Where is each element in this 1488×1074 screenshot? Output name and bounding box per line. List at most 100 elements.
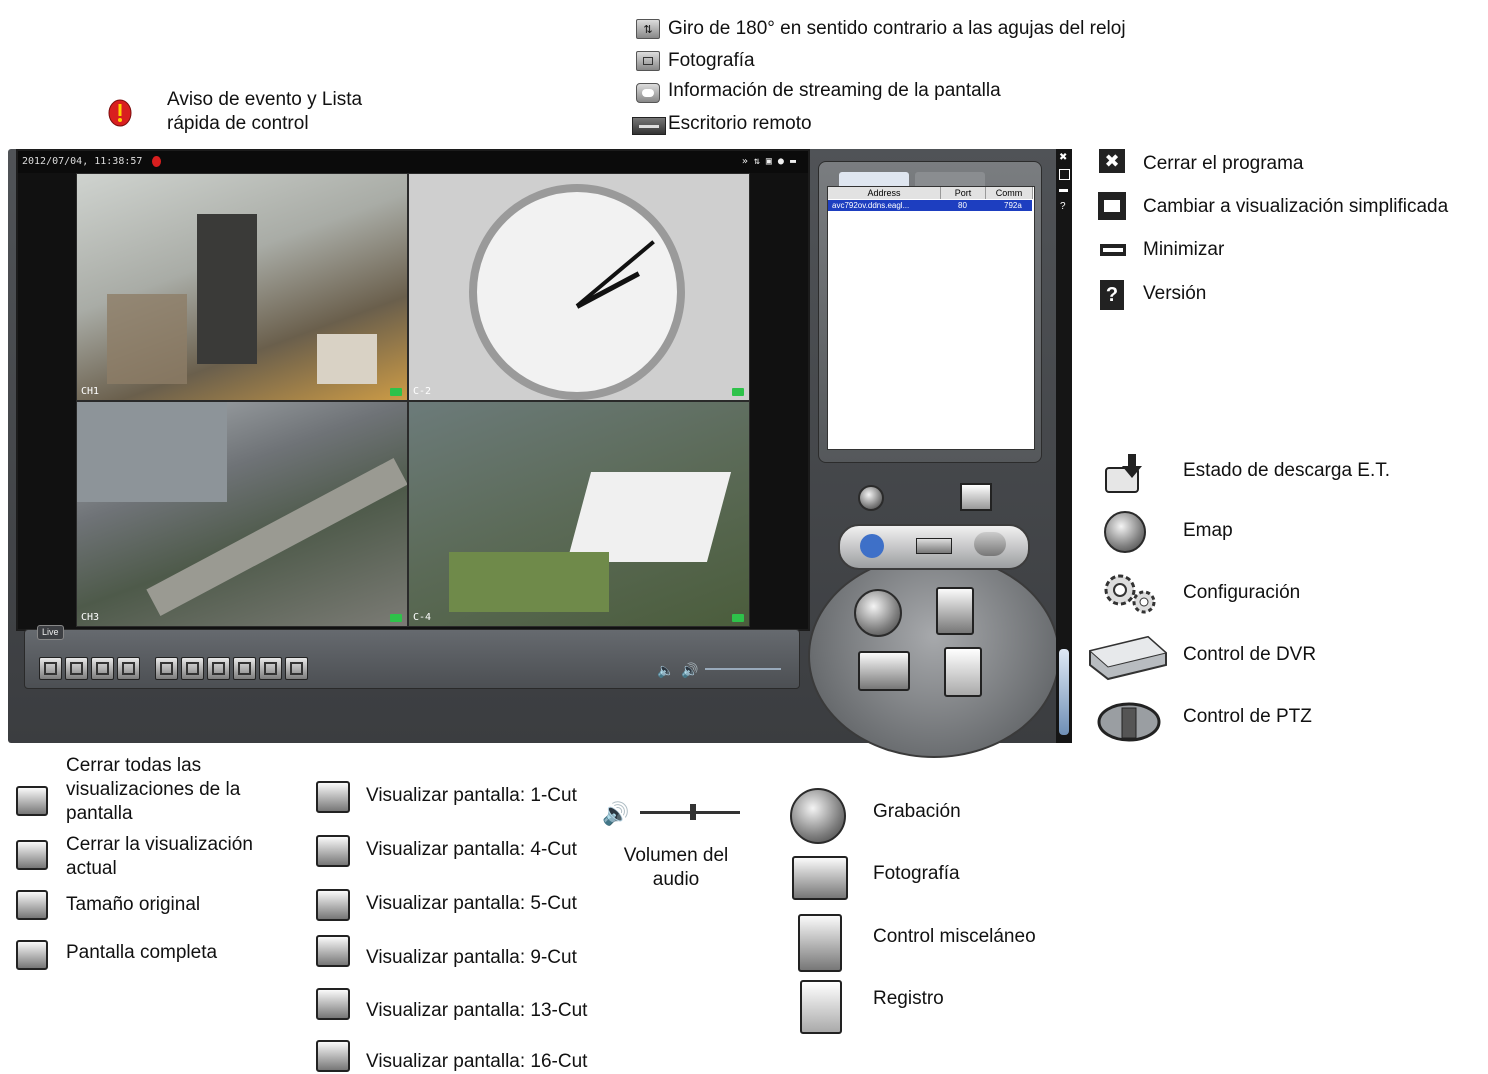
layout-4-button[interactable] — [181, 657, 204, 680]
layout-13-button[interactable] — [259, 657, 282, 680]
minimize-icon — [1100, 244, 1126, 256]
vertical-scrollbar[interactable] — [1059, 649, 1069, 735]
speaker-icon: 🔊 — [602, 801, 630, 826]
download-status-mini-icon[interactable] — [960, 483, 992, 511]
tab-search[interactable] — [915, 172, 985, 186]
alert-mini-icon[interactable] — [152, 155, 162, 167]
live-tag[interactable]: Live — [37, 625, 64, 640]
rotate-icon: ⇅ — [636, 19, 660, 39]
minimize-mini-icon[interactable] — [1059, 189, 1068, 192]
ptz-mini-icon[interactable] — [974, 532, 1006, 556]
event-alert-icon — [108, 99, 132, 129]
row-address: avc792ov.ddns.eagl... — [832, 201, 910, 210]
layout-5-button[interactable] — [207, 657, 230, 680]
original-size-icon — [16, 890, 48, 920]
dvr-control-label: Control de DVR — [1183, 644, 1317, 665]
control-bar: Live 🔈 🔊 — [24, 625, 800, 689]
close-mini-icon[interactable]: ✖ — [1059, 152, 1067, 163]
original-size-label: Tamaño original — [66, 894, 201, 915]
version-icon: ? — [1100, 280, 1124, 310]
remote-desktop-label: Escritorio remoto — [668, 113, 812, 134]
row-comm: 792a — [1004, 201, 1022, 210]
dvr-mini-icon[interactable] — [916, 538, 952, 554]
table-row[interactable]: avc792ov.ddns.eagl... 80 792a — [828, 200, 1032, 211]
layout-5-label: Visualizar pantalla: 5-Cut — [366, 893, 577, 914]
fullscreen-icon — [16, 940, 48, 970]
speaker-icon[interactable]: 🔊 — [681, 662, 698, 679]
column-header: Address — [828, 187, 941, 199]
download-status-label: Estado de descarga E.T. — [1183, 460, 1391, 481]
camera-ch3[interactable]: CH3 — [76, 401, 408, 627]
version-mini-icon[interactable]: ? — [1060, 201, 1066, 212]
record-indicator-icon — [390, 614, 402, 622]
channel-label: CH1 — [81, 386, 100, 397]
layout-9-button[interactable] — [233, 657, 256, 680]
config-mini-icon[interactable] — [860, 534, 884, 558]
close-all-button[interactable] — [39, 657, 62, 680]
close-current-label: Cerrar la visualización actual — [66, 834, 253, 879]
dvr-viewer-window: 2012/07/04, 11:38:57 » ⇅ ▣ ● ▬ CH1 C-2 C… — [8, 149, 1072, 758]
ptz-control-label: Control de PTZ — [1183, 706, 1312, 727]
close-current-button[interactable] — [65, 657, 88, 680]
layout-16-label: Visualizar pantalla: 16-Cut — [366, 1051, 588, 1072]
main-function-dial — [808, 554, 1060, 758]
config-label: Configuración — [1183, 582, 1301, 603]
tab-address-book[interactable] — [839, 172, 909, 186]
layout-9-label: Visualizar pantalla: 9-Cut — [366, 947, 577, 968]
misc-control-icon — [798, 914, 842, 972]
emap-mini-icon[interactable] — [858, 485, 884, 511]
fullscreen-button[interactable] — [117, 657, 140, 680]
log-dial-icon[interactable] — [944, 647, 982, 697]
rotate-label: Giro de 180° en sentido contrario a las … — [668, 18, 1126, 39]
version-label: Versión — [1143, 283, 1207, 304]
record-dial-icon[interactable] — [854, 589, 902, 637]
camera-ch1[interactable]: CH1 — [76, 173, 408, 401]
layout-4-icon — [316, 835, 350, 867]
emap-icon — [1104, 511, 1146, 553]
gear-icon — [1100, 570, 1160, 616]
snapshot-dial-icon[interactable] — [858, 651, 910, 691]
download-status-icon — [1104, 452, 1144, 496]
layout-16-button[interactable] — [285, 657, 308, 680]
record-indicator-icon — [732, 614, 744, 622]
layout-4-label: Visualizar pantalla: 4-Cut — [366, 839, 577, 860]
speaker-mute-icon[interactable]: 🔈 — [657, 662, 674, 679]
record-indicator-icon — [732, 388, 744, 396]
camera-ch4[interactable]: C-4 — [408, 401, 750, 627]
original-size-button[interactable] — [91, 657, 114, 680]
row-port: 80 — [958, 201, 967, 210]
misc-dial-icon[interactable] — [936, 587, 974, 635]
layout-1-button[interactable] — [155, 657, 178, 680]
camera-ch2[interactable]: C-2 — [408, 173, 750, 401]
header-tools[interactable]: » ⇅ ▣ ● ▬ — [742, 151, 796, 173]
layout-1-icon — [316, 781, 350, 813]
log-label: Registro — [873, 988, 944, 1009]
close-current-icon — [16, 840, 48, 870]
dvr-icon — [1088, 633, 1168, 683]
close-program-icon: ✖ — [1099, 149, 1125, 173]
simple-view-icon — [1098, 192, 1126, 220]
record-label: Grabación — [873, 801, 961, 822]
layout-1-label: Visualizar pantalla: 1-Cut — [366, 785, 577, 806]
video-header: 2012/07/04, 11:38:57 » ⇅ ▣ ● ▬ — [18, 151, 808, 173]
video-area: 2012/07/04, 11:38:57 » ⇅ ▣ ● ▬ CH1 C-2 C… — [16, 149, 810, 631]
ptz-icon — [1096, 700, 1162, 744]
snapshot-top-label: Fotografía — [668, 50, 755, 71]
streaming-info-icon — [636, 83, 660, 103]
column-header: Port — [941, 187, 986, 199]
event-alert-label: Aviso de evento y Lista rápida de contro… — [167, 89, 363, 134]
snapshot-icon — [792, 856, 848, 900]
layout-16-icon — [316, 1040, 350, 1072]
channel-label: C-4 — [413, 612, 432, 623]
log-icon — [800, 980, 842, 1034]
layout-13-label: Visualizar pantalla: 13-Cut — [366, 1000, 588, 1021]
close-program-label: Cerrar el programa — [1143, 153, 1304, 174]
simple-view-mini-icon[interactable] — [1059, 169, 1070, 180]
volume-slider[interactable] — [705, 668, 781, 670]
device-panel: Address Port Comm avc792ov.ddns.eagl... … — [818, 161, 1042, 463]
streaming-info-label: Información de streaming de la pantalla — [668, 80, 1001, 101]
snapshot-label: Fotografía — [873, 863, 960, 884]
layout-5-icon — [316, 889, 350, 921]
mode-switch — [838, 524, 1030, 570]
column-header: Comm — [986, 187, 1033, 199]
